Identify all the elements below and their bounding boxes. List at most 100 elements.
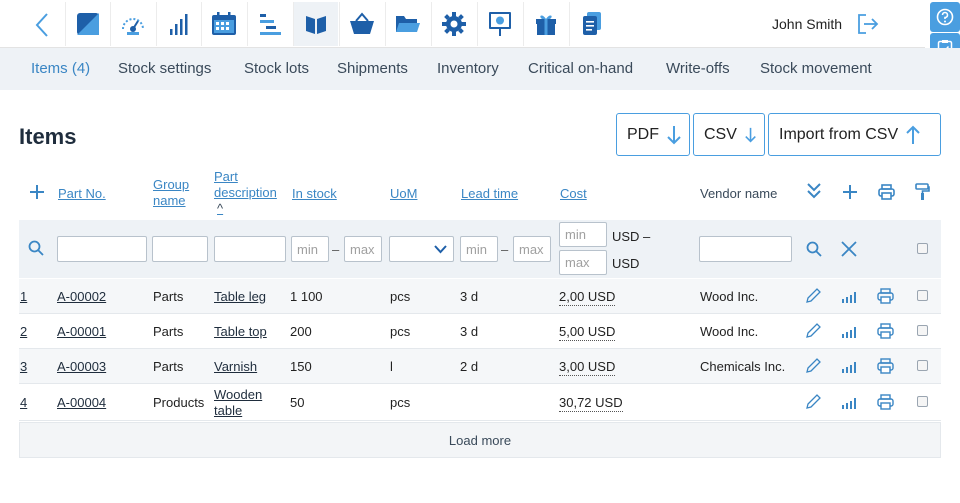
- col-cost[interactable]: Cost: [560, 186, 587, 202]
- documents-icon[interactable]: [569, 2, 614, 46]
- col-uom[interactable]: UoM: [390, 186, 417, 202]
- gift-icon[interactable]: [523, 2, 568, 46]
- row-checkbox[interactable]: [917, 290, 928, 301]
- basket-icon[interactable]: [339, 2, 384, 46]
- col-group-name[interactable]: Group name: [153, 177, 189, 209]
- calendar-icon[interactable]: [201, 2, 246, 46]
- row-checkbox[interactable]: [917, 360, 928, 371]
- logout-icon[interactable]: [856, 12, 880, 36]
- dashboard-icon[interactable]: [65, 2, 110, 46]
- back-icon[interactable]: [20, 8, 64, 42]
- in-stock-max-input[interactable]: [344, 236, 382, 262]
- expand-all-icon[interactable]: [806, 182, 822, 203]
- csv-export-label: CSV: [704, 125, 737, 143]
- cost-value[interactable]: 5,00 USD: [559, 324, 616, 341]
- section-tabs: Items (4) Stock settings Stock lots Ship…: [0, 48, 960, 90]
- signal-icon[interactable]: [842, 291, 856, 306]
- col-in-stock[interactable]: In stock: [292, 186, 337, 202]
- lead-time-min-input[interactable]: [460, 236, 498, 262]
- part-no-filter[interactable]: [57, 236, 147, 262]
- row-number[interactable]: 1: [20, 289, 27, 305]
- cost-value[interactable]: 3,00 USD: [559, 359, 616, 376]
- print-icon[interactable]: [878, 184, 895, 203]
- range-dash: –: [501, 242, 509, 257]
- bar-chart-icon[interactable]: [156, 2, 201, 46]
- folder-icon[interactable]: [385, 2, 430, 46]
- gear-icon[interactable]: [431, 2, 476, 46]
- edit-icon[interactable]: [805, 323, 821, 342]
- csv-export-button[interactable]: CSV: [693, 113, 765, 156]
- tab-stock-movement[interactable]: Stock movement: [760, 60, 872, 77]
- in-stock-value: 150: [290, 359, 312, 374]
- signal-icon[interactable]: [842, 397, 856, 412]
- col-part-no[interactable]: Part No.: [58, 186, 106, 202]
- lead-time-max-input[interactable]: [513, 236, 551, 262]
- cost-value[interactable]: 2,00 USD: [559, 289, 616, 306]
- in-stock-value: 50: [290, 395, 305, 410]
- tab-shipments[interactable]: Shipments: [337, 60, 408, 77]
- table-row: 2 A-00001 Parts Table top 200 pcs 3 d 5,…: [19, 314, 941, 349]
- apply-filter-icon[interactable]: [806, 241, 822, 260]
- row-checkbox[interactable]: [917, 325, 928, 336]
- cost-max-currency: USD: [612, 256, 640, 271]
- paint-roller-icon[interactable]: [915, 183, 930, 204]
- part-description[interactable]: Wooden table: [214, 387, 262, 419]
- edit-icon[interactable]: [805, 358, 821, 377]
- row-number[interactable]: 4: [20, 395, 27, 411]
- print-icon[interactable]: [877, 288, 894, 307]
- select-all-checkbox[interactable]: [917, 243, 928, 254]
- part-description[interactable]: Table top: [214, 324, 267, 340]
- group-name: Parts: [153, 359, 184, 374]
- col-lead-time[interactable]: Lead time: [461, 186, 518, 202]
- row-number[interactable]: 3: [20, 359, 27, 375]
- gantt-icon[interactable]: [247, 2, 292, 46]
- print-icon[interactable]: [877, 358, 894, 377]
- book-icon[interactable]: [293, 2, 338, 46]
- tab-inventory[interactable]: Inventory: [437, 60, 499, 77]
- uom-value: pcs: [390, 395, 411, 410]
- edit-icon[interactable]: [805, 288, 821, 307]
- tab-stock-lots[interactable]: Stock lots: [244, 60, 309, 77]
- print-icon[interactable]: [877, 394, 894, 413]
- load-more-button[interactable]: Load more: [19, 422, 941, 458]
- uom-select[interactable]: [389, 236, 454, 262]
- cost-min-input[interactable]: [559, 222, 607, 247]
- tab-stock-settings[interactable]: Stock settings: [118, 60, 211, 77]
- presentation-icon[interactable]: [477, 2, 522, 46]
- col-vendor-name: Vendor name: [700, 186, 778, 201]
- row-number[interactable]: 2: [20, 324, 27, 340]
- in-stock-min-input[interactable]: [291, 236, 329, 262]
- speedometer-icon[interactable]: [110, 2, 155, 46]
- uom-value: l: [390, 359, 393, 374]
- part-description[interactable]: Varnish: [214, 359, 257, 375]
- part-no-link[interactable]: A-00002: [57, 289, 106, 305]
- signal-icon[interactable]: [842, 326, 856, 341]
- description-filter[interactable]: [214, 236, 286, 262]
- clear-filter-icon[interactable]: [841, 241, 857, 260]
- cost-value[interactable]: 30,72 USD: [559, 395, 623, 412]
- part-no-link[interactable]: A-00003: [57, 359, 106, 375]
- tab-items[interactable]: Items (4): [31, 60, 90, 77]
- row-checkbox[interactable]: [917, 396, 928, 407]
- pdf-export-button[interactable]: PDF: [616, 113, 690, 156]
- add-column-icon[interactable]: [29, 184, 45, 203]
- part-description[interactable]: Table leg: [214, 289, 266, 305]
- help-icon[interactable]: [930, 2, 960, 32]
- add-item-icon[interactable]: [842, 184, 858, 203]
- table-row: 3 A-00003 Parts Varnish 150 l 2 d 3,00 U…: [19, 349, 941, 384]
- cost-max-input[interactable]: [559, 250, 607, 275]
- import-csv-button[interactable]: Import from CSV: [768, 113, 941, 156]
- group-name-filter[interactable]: [152, 236, 208, 262]
- tab-write-offs[interactable]: Write-offs: [666, 60, 730, 77]
- in-stock-value: 1 100: [290, 289, 323, 304]
- part-no-link[interactable]: A-00001: [57, 324, 106, 340]
- edit-icon[interactable]: [805, 394, 821, 413]
- vendor-filter[interactable]: [699, 236, 792, 262]
- part-no-link[interactable]: A-00004: [57, 395, 106, 411]
- print-icon[interactable]: [877, 323, 894, 342]
- col-part-description[interactable]: Part description ^: [214, 169, 277, 217]
- user-name[interactable]: John Smith: [772, 16, 842, 32]
- import-csv-label: Import from CSV: [779, 125, 899, 143]
- signal-icon[interactable]: [842, 361, 856, 376]
- tab-critical-on-hand[interactable]: Critical on-hand: [528, 60, 633, 77]
